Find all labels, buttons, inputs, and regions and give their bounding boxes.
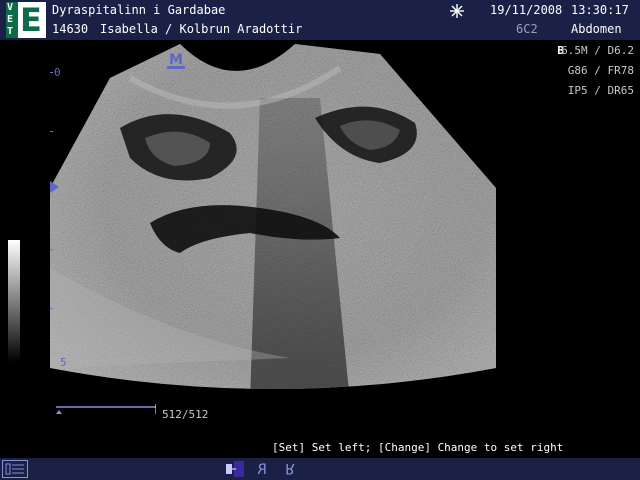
status-hint: [Set] Set left; [Change] Change to set r… bbox=[272, 441, 564, 454]
exam-date: 19/11/2008 bbox=[490, 3, 563, 17]
cine-frame-counter: 512/512 bbox=[162, 408, 209, 421]
ultrasound-image[interactable] bbox=[50, 38, 496, 402]
svg-text:R: R bbox=[285, 461, 295, 476]
logo-letter-t: T bbox=[7, 26, 14, 37]
preset-name: Abdomen bbox=[571, 22, 622, 36]
flip-horizontal-icon[interactable]: R bbox=[255, 461, 269, 477]
split-screen-icon[interactable] bbox=[226, 461, 246, 477]
probe-name: 6C2 bbox=[516, 22, 538, 36]
depth-label-0: 0 bbox=[54, 66, 61, 79]
header-bar: V E T E Dyraspitalinn i Gardabae 14630 I… bbox=[0, 0, 640, 40]
flip-vertical-icon[interactable]: R bbox=[283, 461, 297, 477]
bottom-toolbar: R R bbox=[0, 458, 640, 480]
depth-label-5: 5 bbox=[60, 356, 67, 369]
logo-big-e: E bbox=[20, 1, 42, 39]
orientation-marker: M bbox=[167, 52, 185, 69]
vet-logo: V E T E bbox=[6, 2, 46, 38]
exam-time: 13:30:17 bbox=[571, 3, 629, 17]
gain-framerate: G86 / FR78 bbox=[567, 64, 634, 77]
hospital-name: Dyraspitalinn i Gardabae bbox=[52, 3, 226, 17]
logo-letter-v: V bbox=[7, 2, 14, 13]
depth-tick bbox=[50, 72, 53, 73]
orientation-marker-letter: M bbox=[169, 52, 183, 68]
depth-tick bbox=[50, 131, 53, 132]
grayscale-bar bbox=[8, 240, 20, 362]
freq-depth: 6.5M / D6.2 bbox=[561, 44, 634, 57]
cine-loop-bar[interactable] bbox=[56, 404, 156, 414]
logo-letter-e: E bbox=[7, 14, 14, 25]
ip-dynamic-range: IP5 / DR65 bbox=[567, 84, 634, 97]
svg-text:R: R bbox=[257, 462, 267, 477]
focus-marker-icon[interactable] bbox=[50, 181, 60, 193]
patient-name: Isabella / Kolbrun Aradottir bbox=[100, 22, 303, 36]
depth-tick bbox=[50, 308, 53, 309]
patient-id: 14630 bbox=[52, 22, 89, 36]
freeze-snowflake-icon[interactable] bbox=[449, 3, 465, 19]
menu-list-icon[interactable] bbox=[2, 460, 28, 478]
depth-tick bbox=[50, 249, 53, 250]
